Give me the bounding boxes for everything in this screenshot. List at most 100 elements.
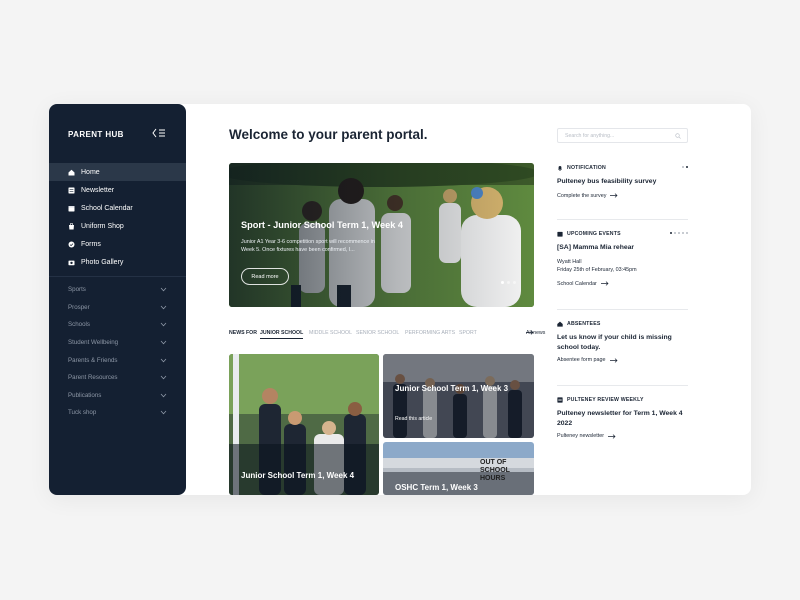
section-publications[interactable]: Publications <box>49 387 186 405</box>
nav-item-home[interactable]: Home <box>49 163 186 181</box>
section-label: Student Wellbeing <box>68 339 119 347</box>
widget-title: NOTIFICATION <box>567 165 606 171</box>
pager-dot[interactable] <box>682 166 684 168</box>
link-label: Complete the survey <box>557 192 607 199</box>
section-parent-resources[interactable]: Parent Resources <box>49 369 186 387</box>
widget-header: NOTIFICATION <box>557 164 688 172</box>
section-parents-friends[interactable]: Parents & Friends <box>49 351 186 369</box>
notification-widget: NOTIFICATION Pulteney bus feasibility su… <box>557 164 688 199</box>
sidebar-divider <box>49 276 186 277</box>
nav-item-uniform-shop[interactable]: Uniform Shop <box>49 217 186 235</box>
widget-title: UPCOMING EVENTS <box>567 231 621 237</box>
tab-junior-school[interactable]: JUNIOR SCHOOL <box>260 330 304 339</box>
carousel-dot[interactable] <box>513 281 516 284</box>
chevron-down-icon <box>160 288 167 292</box>
pager-dot[interactable] <box>686 166 688 168</box>
carousel-dots <box>501 281 516 284</box>
nav-item-photo-gallery[interactable]: Photo Gallery <box>49 253 186 271</box>
section-sports[interactable]: Sports <box>49 281 186 299</box>
arrow-right-icon <box>608 433 616 439</box>
chevron-down-icon <box>160 411 167 415</box>
arrow-right-icon <box>600 281 609 286</box>
pager-dot[interactable] <box>678 232 680 234</box>
section-label: Tuck shop <box>68 409 97 417</box>
nav-item-school-calendar[interactable]: School Calendar <box>49 199 186 217</box>
upcoming-events-widget: UPCOMING EVENTS [SA] Mamma Mia rehear Wy… <box>557 230 688 287</box>
all-news-link[interactable]: All news <box>526 330 545 336</box>
tab-middle-school[interactable]: MIDDLE SCHOOL <box>309 330 352 336</box>
pager-dot[interactable] <box>674 232 676 234</box>
collapse-menu-icon[interactable] <box>152 128 166 138</box>
page-title: Welcome to your parent portal. <box>229 127 428 142</box>
news-card-title: OSHC Term 1, Week 3 <box>395 483 478 492</box>
chevron-down-icon <box>160 393 167 398</box>
main-content: Welcome to your parent portal. Sport - J… <box>229 104 545 495</box>
section-prosper[interactable]: Prosper <box>49 299 186 317</box>
divider <box>557 219 688 220</box>
tab-performing-arts[interactable]: PERFORMING ARTS <box>405 330 455 336</box>
carousel-dot[interactable] <box>501 281 504 284</box>
review-weekly-widget: PULTENEY REVIEW WEEKLY Pulteney newslett… <box>557 396 688 439</box>
section-label: Parents & Friends <box>68 356 118 364</box>
arrow-right-icon <box>610 193 618 198</box>
home-icon <box>557 321 563 327</box>
nav-item-forms[interactable]: Forms <box>49 235 186 253</box>
chevron-down-icon <box>160 305 167 310</box>
brand-title: PARENT HUB <box>68 130 124 139</box>
pager-dot[interactable] <box>682 232 684 234</box>
chevron-down-icon <box>160 358 167 363</box>
news-card-title: Junior School Term 1, Week 4 <box>241 471 355 480</box>
pulteney-newsletter-link[interactable]: Pulteney newsletter <box>557 433 688 439</box>
hero-banner[interactable]: Sport - Junior School Term 1, Week 4 Jun… <box>229 163 534 307</box>
divider <box>557 385 688 386</box>
news-filter-tabs: NEWS FOR JUNIOR SCHOOL MIDDLE SCHOOL SEN… <box>229 330 545 342</box>
section-label: Schools <box>68 321 91 329</box>
tab-sport[interactable]: SPORT <box>459 330 477 336</box>
svg-text:OUT OF: OUT OF <box>480 459 507 466</box>
notification-title: Pulteney bus feasibility survey <box>557 178 657 185</box>
review-title: Pulteney newsletter for Term 1, Week 4 2… <box>557 410 683 427</box>
section-schools[interactable]: Schools <box>49 316 186 334</box>
news-card[interactable]: OUT OF SCHOOL HOURS OSHC Term 1, Week 3 <box>383 442 534 495</box>
camera-icon <box>68 259 75 266</box>
hero-title: Sport - Junior School Term 1, Week 4 <box>241 220 404 230</box>
section-tuck-shop[interactable]: Tuck shop <box>49 404 186 422</box>
calendar-icon <box>557 231 563 237</box>
link-label: School Calendar <box>557 280 597 287</box>
hero-photo <box>229 163 534 307</box>
event-place: Wyatt Hall <box>557 258 582 265</box>
absentees-widget: ABSENTEES Let us know if your child is m… <box>557 320 688 363</box>
search-placeholder: Search for anything... <box>565 132 615 139</box>
news-card-title: Junior School Term 1, Week 3 <box>395 384 509 393</box>
read-more-button[interactable]: Read more <box>241 268 289 285</box>
widget-header: ABSENTEES <box>557 320 688 328</box>
tab-senior-school[interactable]: SENIOR SCHOOL <box>356 330 399 336</box>
newsletter-icon <box>557 397 563 403</box>
section-student-wellbeing[interactable]: Student Wellbeing <box>49 334 186 352</box>
newsletter-icon <box>68 187 75 194</box>
link-label: Pulteney newsletter <box>557 433 605 440</box>
search-icon <box>675 133 681 139</box>
pager-dot[interactable] <box>686 232 688 234</box>
widget-title: ABSENTEES <box>567 321 601 327</box>
pager-dot[interactable] <box>670 232 672 234</box>
carousel-dot[interactable] <box>507 281 510 284</box>
read-article-link[interactable]: Read this article <box>395 416 432 422</box>
school-calendar-link[interactable]: School Calendar <box>557 281 688 287</box>
nav-label: School Calendar <box>81 204 133 212</box>
news-card[interactable]: Junior School Term 1, Week 4 <box>229 354 379 495</box>
nav-item-newsletter[interactable]: Newsletter <box>49 181 186 199</box>
right-panel: Search for anything... NOTIFICATION Pult… <box>557 104 688 495</box>
news-card[interactable]: Junior School Term 1, Week 3 Read this a… <box>383 354 534 438</box>
nav-label: Home <box>81 168 100 176</box>
search-input[interactable]: Search for anything... <box>557 128 688 143</box>
widget-header: PULTENEY REVIEW WEEKLY <box>557 396 688 404</box>
primary-nav: Home Newsletter School Calendar Uniform … <box>49 163 186 271</box>
absentee-form-link[interactable]: Absentee form page <box>557 357 688 363</box>
arrow-right-icon <box>609 357 618 363</box>
nav-label: Photo Gallery <box>81 258 124 266</box>
event-title: [SA] Mamma Mia rehear <box>557 244 635 251</box>
complete-survey-link[interactable]: Complete the survey <box>557 193 688 199</box>
all-news-label: All news <box>526 330 546 336</box>
section-label: Sports <box>68 286 86 294</box>
